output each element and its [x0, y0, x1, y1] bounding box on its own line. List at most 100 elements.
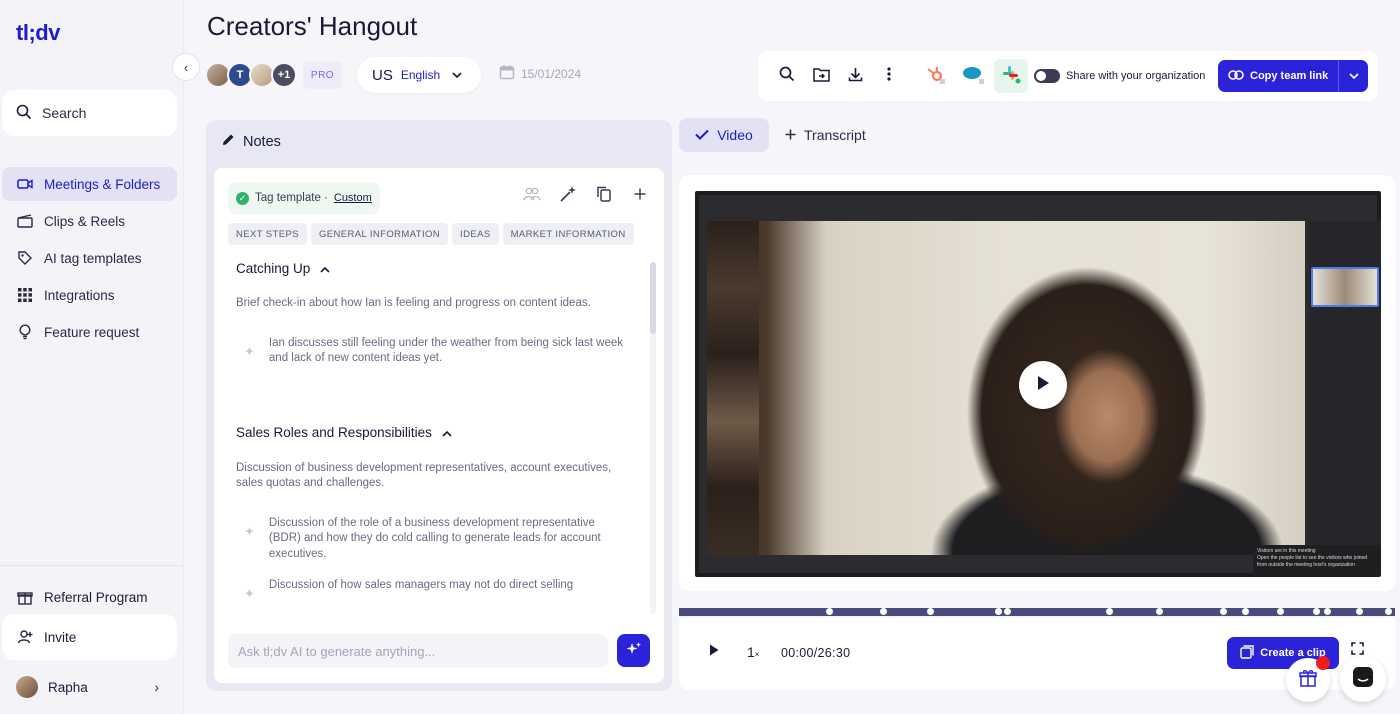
video-timeline[interactable]: [679, 608, 1395, 616]
play-button[interactable]: [709, 644, 719, 659]
timeline-marker[interactable]: [1384, 608, 1392, 615]
play-icon: [709, 644, 719, 659]
share-with-organization-toggle[interactable]: Share with your organization: [1034, 69, 1205, 83]
timeline-marker[interactable]: [880, 608, 888, 615]
topic-title-row[interactable]: Sales Roles and Responsibilities: [236, 423, 646, 443]
sidebar-item-label: Integrations: [44, 287, 115, 303]
timeline-marker[interactable]: [1313, 608, 1321, 615]
topic-point[interactable]: ✦ Discussion of how sales managers may n…: [236, 578, 646, 602]
tag-pills: NEXT STEPS GENERAL INFORMATION IDEAS MAR…: [228, 223, 634, 245]
collapse-sidebar-button[interactable]: ‹: [172, 53, 200, 81]
user-name: Rapha: [48, 679, 88, 695]
sidebar-item-feature-request[interactable]: Feature request: [2, 315, 177, 349]
support-chat-button[interactable]: [1340, 656, 1386, 702]
chevron-left-icon: ‹: [183, 59, 189, 75]
timeline-marker[interactable]: [1220, 608, 1228, 615]
sidebar-item-label: Feature request: [44, 324, 140, 340]
link-icon: [1228, 69, 1244, 83]
topic-title-row[interactable]: Catching Up: [236, 258, 646, 278]
plus-icon: [785, 127, 796, 143]
download-icon: [848, 67, 863, 86]
timeline-marker[interactable]: [826, 608, 834, 615]
notes-list[interactable]: Catching Up Brief check-in about how Ian…: [214, 258, 646, 620]
copy-team-link-button[interactable]: Copy team link: [1218, 60, 1368, 92]
timeline-marker[interactable]: [1155, 608, 1163, 615]
meeting-toolbar: Share with your organization Copy team l…: [758, 51, 1378, 101]
timeline-marker[interactable]: [1105, 608, 1113, 615]
video-player[interactable]: Visitors are in this meeting Open the pe…: [695, 191, 1381, 577]
sparkles-icon: [626, 641, 642, 660]
topic-point[interactable]: ✦ Discussion of the role of a business d…: [236, 516, 646, 563]
grid-icon: [16, 286, 34, 304]
topic-title: Sales Roles and Responsibilities: [236, 425, 432, 440]
language-select[interactable]: US English: [357, 57, 481, 93]
video-frame-image[interactable]: [707, 221, 1305, 555]
timeline-marker[interactable]: [1277, 608, 1285, 615]
timeline-marker[interactable]: [926, 608, 934, 615]
playback-speed-button[interactable]: 1×: [747, 644, 759, 660]
participants[interactable]: T +1: [205, 62, 297, 88]
tag-pill[interactable]: IDEAS: [452, 223, 499, 245]
ask-ai-input[interactable]: [228, 634, 608, 668]
timeline-marker[interactable]: [994, 608, 1002, 615]
search-icon: [16, 104, 32, 123]
avatar: [16, 676, 38, 698]
timeline-marker[interactable]: [1323, 608, 1331, 615]
sparkle-icon: ✦: [244, 586, 255, 601]
sidebar-item-meetings[interactable]: Meetings & Folders: [2, 167, 177, 201]
tag-pill[interactable]: GENERAL INFORMATION: [310, 223, 449, 245]
share-label: Share with your organization: [1066, 70, 1206, 82]
copy-notes-button[interactable]: [594, 186, 614, 206]
visitors-text: Open the people list to see the visitors…: [1257, 555, 1368, 568]
play-overlay-button[interactable]: [1019, 361, 1067, 409]
notes-actions: [522, 185, 650, 208]
page-title: Creators' Hangout: [207, 11, 418, 41]
playback-time: 00:00/26:30: [781, 646, 851, 660]
app-logo[interactable]: tl;dv: [16, 20, 60, 46]
topic-summary: Discussion of business development repre…: [236, 461, 612, 490]
user-menu[interactable]: Rapha ›: [2, 670, 177, 704]
referral-program-link[interactable]: Referral Program: [2, 580, 177, 614]
chat-icon: [1352, 666, 1374, 693]
toggle-switch[interactable]: [1034, 69, 1060, 83]
copy-link-dropdown[interactable]: [1338, 60, 1368, 92]
magic-wand-icon: [559, 185, 577, 208]
search-icon: [779, 66, 795, 86]
users-icon: [523, 187, 541, 206]
search-button[interactable]: Search: [2, 90, 177, 136]
notes-header: Notes: [222, 133, 281, 150]
tab-video[interactable]: Video: [679, 118, 769, 152]
create-clip-label: Create a clip: [1260, 647, 1326, 659]
more-options-button[interactable]: [872, 59, 906, 93]
salesforce-integration-button[interactable]: [956, 59, 990, 93]
add-note-button[interactable]: [630, 186, 650, 206]
chevron-up-icon: [442, 425, 452, 440]
timeline-marker[interactable]: [1241, 608, 1249, 615]
move-to-folder-button[interactable]: [804, 59, 838, 93]
timeline-marker[interactable]: [1003, 608, 1011, 615]
ai-magic-button[interactable]: [558, 185, 578, 208]
chevron-down-icon: [452, 70, 462, 81]
topic-title: Catching Up: [236, 260, 311, 276]
sidebar-item-ai-tag-templates[interactable]: AI tag templates: [2, 241, 177, 275]
download-button[interactable]: [838, 59, 872, 93]
tag-icon: [16, 249, 34, 267]
hubspot-integration-button[interactable]: [918, 59, 952, 93]
slack-integration-button[interactable]: [994, 59, 1028, 93]
tab-transcript[interactable]: Transcript: [785, 118, 866, 152]
tag-pill[interactable]: MARKET INFORMATION: [502, 223, 634, 245]
tag-template-value[interactable]: Custom: [334, 192, 372, 204]
sidebar-divider: [0, 565, 184, 566]
speakers-button[interactable]: [522, 186, 542, 206]
search-transcript-button[interactable]: [770, 59, 804, 93]
timeline-marker[interactable]: [1356, 608, 1364, 615]
sidebar-item-clips[interactable]: Clips & Reels: [2, 204, 177, 238]
tag-pill[interactable]: NEXT STEPS: [228, 223, 307, 245]
notes-scrollbar[interactable]: [650, 262, 656, 614]
tag-template-selector[interactable]: ✓ Tag template · Custom: [228, 182, 380, 214]
invite-button[interactable]: Invite: [2, 614, 177, 660]
topic-point[interactable]: ✦ Ian discusses still feeling under the …: [236, 336, 646, 367]
ask-ai-submit-button[interactable]: [617, 634, 650, 667]
sidebar-item-integrations[interactable]: Integrations: [2, 278, 177, 312]
visitors-notice: Visitors are in this meeting Open the pe…: [1253, 545, 1381, 575]
